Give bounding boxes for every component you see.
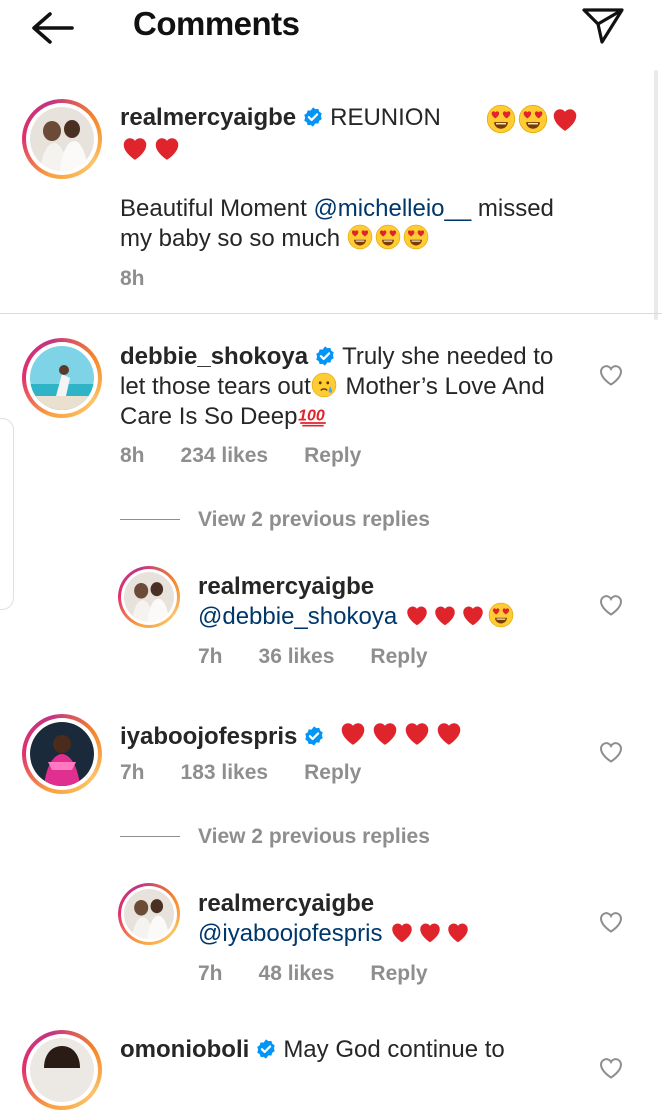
heart-eyes-emoji (486, 104, 516, 134)
likes-count[interactable]: 36 likes (259, 645, 335, 668)
avatar-photo (30, 346, 94, 410)
reply-meta: 7h 36 likes Reply (198, 645, 464, 669)
comment-text: omonioboli May God continue to (120, 1035, 505, 1065)
like-heart-icon[interactable] (598, 1056, 624, 1080)
timestamp: 8h (120, 267, 145, 290)
verified-badge-icon (303, 725, 325, 747)
page-title: Comments (133, 5, 300, 42)
mention-link[interactable]: @iyaboojofespris (198, 920, 382, 947)
red-heart-emoji (370, 718, 400, 748)
red-heart-emoji (402, 718, 432, 748)
comment-meta: 8h 234 likes Reply (120, 444, 397, 468)
avatar-photo (124, 572, 174, 622)
like-heart-icon[interactable] (598, 740, 624, 764)
likes-count[interactable]: 48 likes (259, 962, 335, 985)
like-heart-icon[interactable] (598, 363, 624, 387)
timestamp: 7h (120, 761, 145, 784)
like-heart-icon[interactable] (598, 593, 624, 617)
heart-eyes-emoji (518, 104, 548, 134)
comment-body: May God continue to (283, 1036, 505, 1063)
reply-text: realmercyaigbe @debbie_shokoya (198, 572, 516, 632)
comment-body: Care Is So Deep (120, 403, 298, 430)
caption-text: my baby so so much (120, 225, 341, 252)
caption-emojis-row1 (486, 104, 582, 135)
heart-eyes-emoji (403, 224, 429, 250)
caption-meta: 8h (120, 267, 181, 291)
reply-button[interactable]: Reply (304, 761, 361, 784)
red-heart-emoji (389, 919, 415, 945)
caption-line-1: realmercyaigbe REUNION (120, 103, 441, 133)
red-heart-emoji (152, 133, 182, 163)
avatar[interactable] (22, 714, 102, 794)
view-replies-link[interactable]: View 2 previous replies (120, 508, 430, 532)
view-replies-link[interactable]: View 2 previous replies (120, 825, 430, 849)
view-replies-label: View 2 previous replies (198, 508, 430, 531)
comment-body: Truly she needed to (342, 343, 554, 370)
comment-username[interactable]: debbie_shokoya (120, 343, 308, 370)
red-heart-emoji (417, 919, 443, 945)
reply-text: realmercyaigbe @iyaboojofespris (198, 889, 473, 949)
mention-link[interactable]: @michelleio__ (313, 195, 471, 222)
reply-meta: 7h 48 likes Reply (198, 962, 464, 986)
avatar[interactable] (118, 883, 180, 945)
reply-username[interactable]: realmercyaigbe (198, 573, 374, 600)
avatar-photo (30, 722, 94, 786)
view-replies-label: View 2 previous replies (198, 825, 430, 848)
red-heart-emoji (460, 602, 486, 628)
red-heart-emoji (434, 718, 464, 748)
caption-text: missed (471, 195, 554, 222)
avatar-photo (124, 889, 174, 939)
heart-eyes-emoji (375, 224, 401, 250)
red-heart-emoji (338, 718, 368, 748)
comment-username[interactable]: omonioboli (120, 1036, 249, 1063)
side-panel-edge (0, 418, 14, 610)
comment-body: let those tears out (120, 373, 311, 400)
verified-badge-icon (302, 106, 324, 128)
likes-count[interactable]: 234 likes (181, 444, 269, 467)
likes-count[interactable]: 183 likes (181, 761, 269, 784)
avatar[interactable] (22, 338, 102, 418)
hundred-points-emoji (297, 402, 329, 428)
back-arrow-icon[interactable] (28, 8, 76, 48)
avatar-photo (30, 107, 94, 171)
red-heart-emoji (432, 602, 458, 628)
caption-emojis-row2 (120, 133, 184, 164)
reply-button[interactable]: Reply (370, 962, 427, 985)
reply-username[interactable]: realmercyaigbe (198, 890, 374, 917)
comment-body: Mother’s Love And (338, 373, 545, 400)
comment-username[interactable]: iyaboojofespris (120, 723, 297, 750)
avatar[interactable] (118, 566, 180, 628)
heart-eyes-emoji (347, 224, 373, 250)
reply-button[interactable]: Reply (370, 645, 427, 668)
avatar-photo (30, 1038, 94, 1102)
red-heart-emoji (445, 919, 471, 945)
caption-text: Beautiful Moment (120, 195, 314, 222)
red-heart-emoji (120, 133, 150, 163)
red-heart-emoji (550, 104, 580, 134)
caption-line-2: Beautiful Moment @michelleio__ missed (120, 194, 554, 224)
timestamp: 7h (198, 962, 223, 985)
like-heart-icon[interactable] (598, 910, 624, 934)
timestamp: 7h (198, 645, 223, 668)
post-caption: realmercyaigbe REUNION Beautiful Moment @… (0, 95, 662, 314)
caption-line-3: my baby so so much (120, 224, 431, 254)
send-icon[interactable] (580, 4, 626, 46)
mention-link[interactable]: @debbie_shokoya (198, 603, 397, 630)
comment-meta: 7h 183 likes Reply (120, 761, 397, 785)
avatar[interactable] (22, 1030, 102, 1110)
timestamp: 8h (120, 444, 145, 467)
verified-badge-icon (314, 345, 336, 367)
top-bar: Comments (0, 0, 662, 52)
comment-text: iyaboojofespris (120, 718, 466, 752)
caption-username[interactable]: realmercyaigbe (120, 104, 296, 131)
reply-button[interactable]: Reply (304, 444, 361, 467)
heart-eyes-emoji (488, 602, 514, 628)
verified-badge-icon (255, 1038, 277, 1060)
comment-text: debbie_shokoya Truly she needed to let th… (120, 342, 553, 432)
avatar[interactable] (22, 99, 102, 179)
crying-face-emoji (311, 372, 337, 398)
caption-text: REUNION (330, 104, 441, 131)
red-heart-emoji (404, 602, 430, 628)
